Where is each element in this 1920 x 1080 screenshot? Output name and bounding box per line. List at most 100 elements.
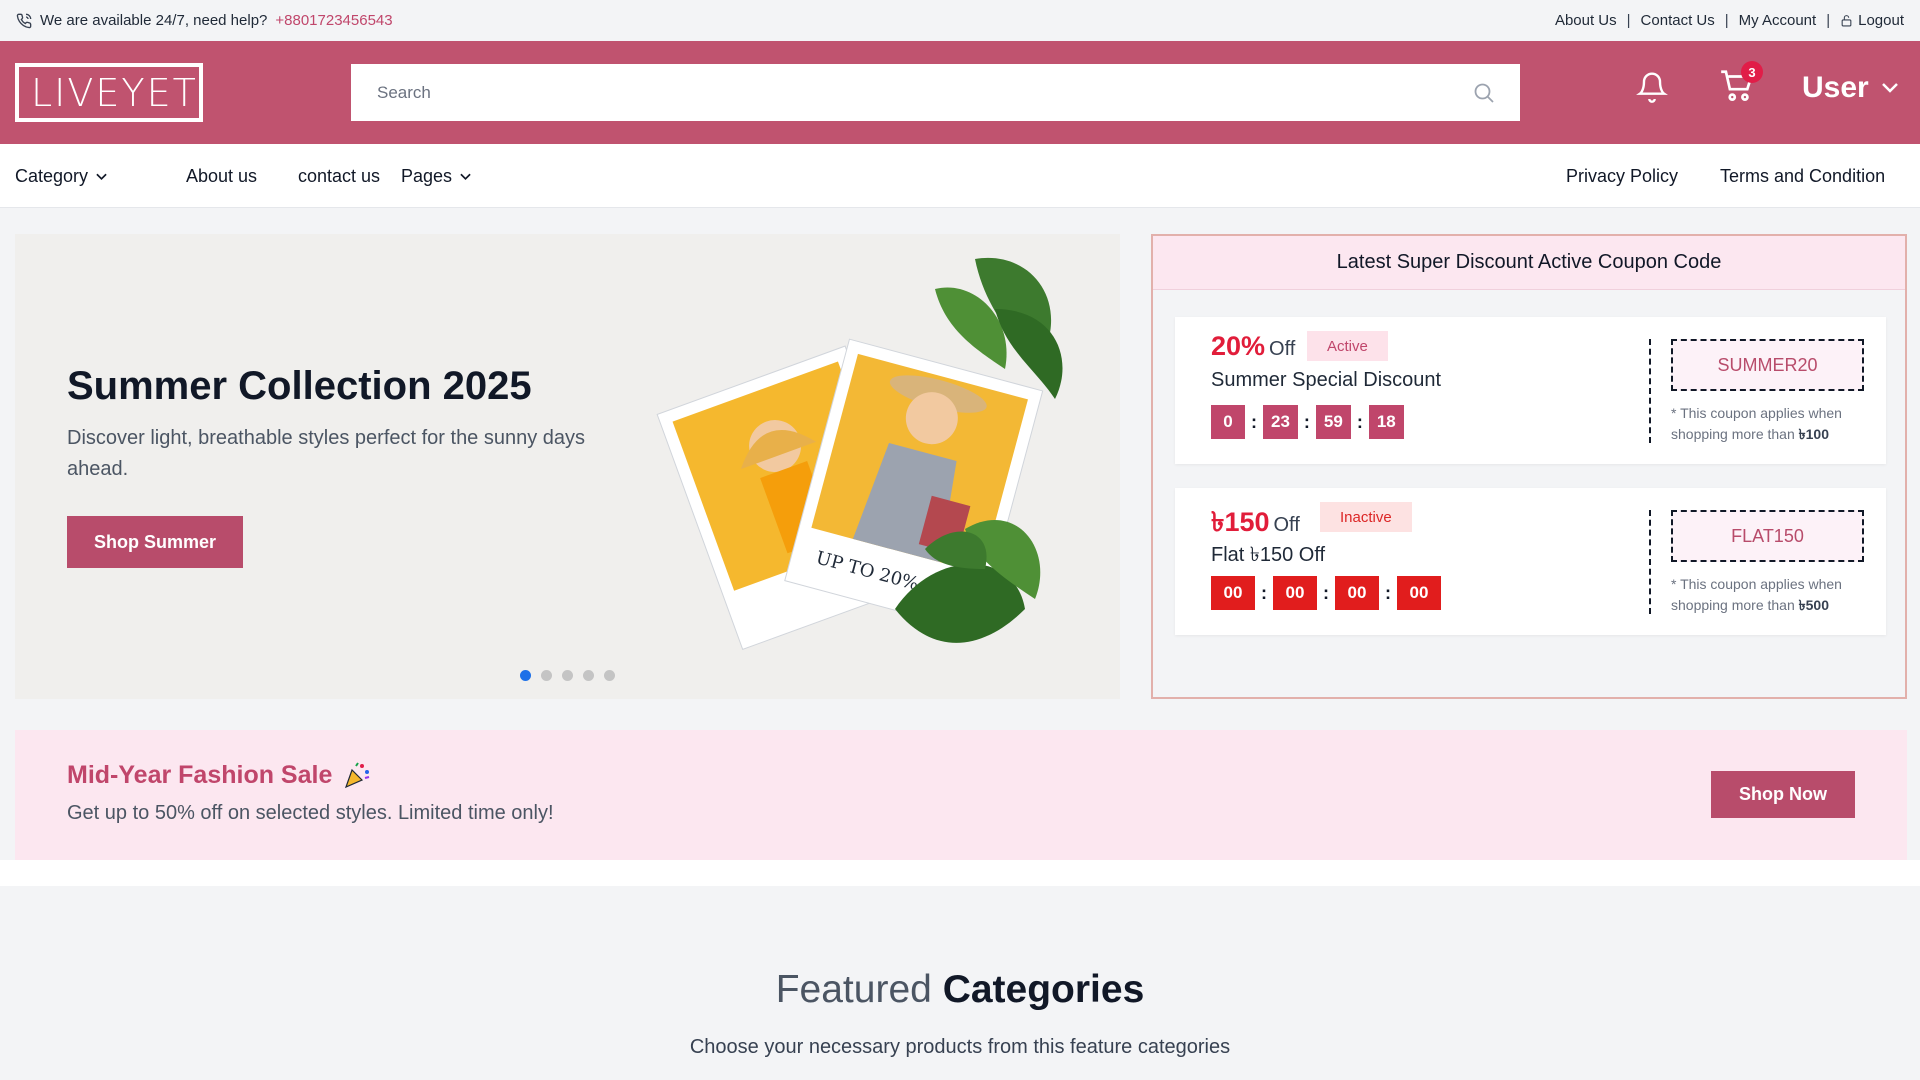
nav-about-label: About us [186, 166, 258, 186]
coupon-min-amount: ৳100 [1798, 426, 1829, 442]
slider-dots [520, 670, 615, 681]
coupon-card: ৳150 Off Inactive Flat ৳150 Off 00 : 00 … [1175, 488, 1886, 635]
slider-dot[interactable] [583, 670, 594, 681]
nav-privacy-label: Privacy Policy [1566, 166, 1679, 186]
user-label: User [1802, 71, 1869, 104]
countdown-timer: 00 : 00 : 00 : 00 [1211, 576, 1441, 610]
section-title: Featured Categories [0, 968, 1920, 1012]
chevron-down-icon [96, 173, 107, 180]
coupon-panel-title: Latest Super Discount Active Coupon Code [1153, 236, 1905, 290]
slider-dot[interactable] [604, 670, 615, 681]
nav-pages[interactable]: Pages [401, 166, 471, 187]
search-icon[interactable] [1472, 81, 1496, 105]
coupon-divider [1649, 339, 1651, 443]
coupon-min-amount: ৳500 [1798, 597, 1829, 613]
sale-title: Mid-Year Fashion Sale [67, 760, 372, 790]
timer-separator: : [1356, 411, 1363, 432]
chevron-down-icon [1881, 83, 1898, 93]
section-subtitle: Choose your necessary products from this… [689, 1036, 1231, 1058]
main-header: LIVEYET 3 User [0, 41, 1920, 144]
phone-icon [16, 13, 32, 28]
section-title-bold: Categories [942, 968, 1145, 1011]
coupon-note: * This coupon applies when shopping more… [1671, 574, 1871, 616]
shop-summer-button[interactable]: Shop Summer [67, 516, 243, 568]
timer-separator: : [1261, 582, 1267, 603]
nav-about[interactable]: About us [186, 166, 257, 187]
slider-dot[interactable] [520, 670, 531, 681]
sale-subtitle: Get up to 50% off on selected styles. Li… [67, 802, 554, 824]
divider: | [1826, 12, 1831, 29]
timer-hours: 00 [1273, 576, 1317, 610]
nav-terms-label: Terms and Condition [1720, 166, 1886, 186]
cart-count-badge: 3 [1741, 61, 1763, 83]
divider: | [1724, 12, 1729, 29]
coupon-amount: 20% Off [1211, 331, 1295, 362]
hero-slider: Summer Collection 2025 Discover light, b… [15, 234, 1120, 699]
sale-title-text: Mid-Year Fashion Sale [67, 760, 333, 789]
featured-categories-section: Featured Categories Choose your necessar… [0, 886, 1920, 1080]
nav-contact-label: contact us [298, 166, 381, 186]
hero-title: Summer Collection 2025 [67, 364, 532, 408]
top-link-contact[interactable]: Contact Us [1641, 12, 1715, 29]
search-input[interactable] [377, 82, 1472, 103]
main-nav: Category About us contact us Pages Priva… [0, 144, 1920, 208]
user-menu[interactable]: User [1802, 71, 1899, 105]
timer-days: 0 [1211, 405, 1245, 439]
nav-category-label: Category [15, 166, 89, 186]
phone-number[interactable]: +8801723456543 [275, 12, 392, 29]
timer-minutes: 00 [1335, 576, 1379, 610]
divider: | [1626, 12, 1631, 29]
hero-description: Discover light, breathable styles perfec… [67, 427, 586, 480]
timer-days: 00 [1211, 576, 1255, 610]
nav-terms[interactable]: Terms and Condition [1720, 166, 1885, 187]
coupon-off-label: Off [1269, 338, 1296, 360]
coupon-divider [1649, 510, 1651, 614]
party-popper-icon [345, 762, 370, 789]
search-bar [351, 64, 1520, 121]
top-bar: We are available 24/7, need help? +88017… [0, 0, 1920, 41]
slider-dot[interactable] [562, 670, 573, 681]
logout-link[interactable]: Logout [1840, 12, 1904, 29]
chevron-down-icon [460, 173, 471, 180]
logout-label: Logout [1858, 12, 1904, 29]
slider-dot[interactable] [541, 670, 552, 681]
coupon-code[interactable]: FLAT150 [1671, 510, 1864, 562]
logo-text: LIVEYET [31, 70, 198, 115]
coupon-code[interactable]: SUMMER20 [1671, 339, 1864, 391]
timer-minutes: 59 [1315, 405, 1351, 439]
timer-separator: : [1251, 411, 1257, 432]
coupon-amount-value: 20% [1211, 331, 1266, 361]
timer-separator: : [1303, 411, 1310, 432]
timer-separator: : [1385, 582, 1391, 603]
help-text: We are available 24/7, need help? [40, 12, 268, 29]
nav-privacy[interactable]: Privacy Policy [1566, 166, 1678, 187]
top-links: About Us | Contact Us | My Account | Log… [1555, 12, 1904, 29]
coupon-off-label: Off [1273, 514, 1300, 536]
countdown-timer: 0 : 23 : 59 : 18 [1211, 405, 1404, 439]
coupon-name: Flat ৳150 Off [1211, 544, 1326, 566]
coupon-note: * This coupon applies when shopping more… [1671, 403, 1871, 445]
top-link-account[interactable]: My Account [1739, 12, 1817, 29]
timer-hours: 23 [1263, 405, 1298, 439]
nav-pages-label: Pages [401, 166, 453, 186]
sale-banner: Mid-Year Fashion Sale Get up to 50% off … [15, 730, 1907, 860]
section-spacer [0, 860, 1920, 886]
hero-illustration: UP TO 20% OFF [656, 257, 1063, 651]
timer-separator: : [1323, 582, 1329, 603]
top-link-about[interactable]: About Us [1555, 12, 1617, 29]
timer-seconds: 00 [1397, 576, 1441, 610]
bell-icon[interactable] [1636, 69, 1668, 105]
shop-now-button[interactable]: Shop Now [1711, 771, 1855, 818]
help-info: We are available 24/7, need help? +88017… [16, 12, 393, 29]
timer-seconds: 18 [1368, 405, 1404, 439]
coupon-panel: Latest Super Discount Active Coupon Code… [1151, 234, 1907, 699]
coupon-name: Summer Special Discount [1211, 369, 1442, 391]
lock-icon [1841, 15, 1852, 27]
coupon-card: 20% Off Active Summer Special Discount 0… [1175, 317, 1886, 464]
nav-category[interactable]: Category [15, 166, 107, 187]
section-title-light: Featured [775, 968, 932, 1011]
status-badge: Inactive [1320, 502, 1412, 532]
site-logo[interactable]: LIVEYET [15, 63, 203, 122]
nav-contact[interactable]: contact us [298, 166, 380, 187]
status-badge: Active [1307, 331, 1388, 361]
